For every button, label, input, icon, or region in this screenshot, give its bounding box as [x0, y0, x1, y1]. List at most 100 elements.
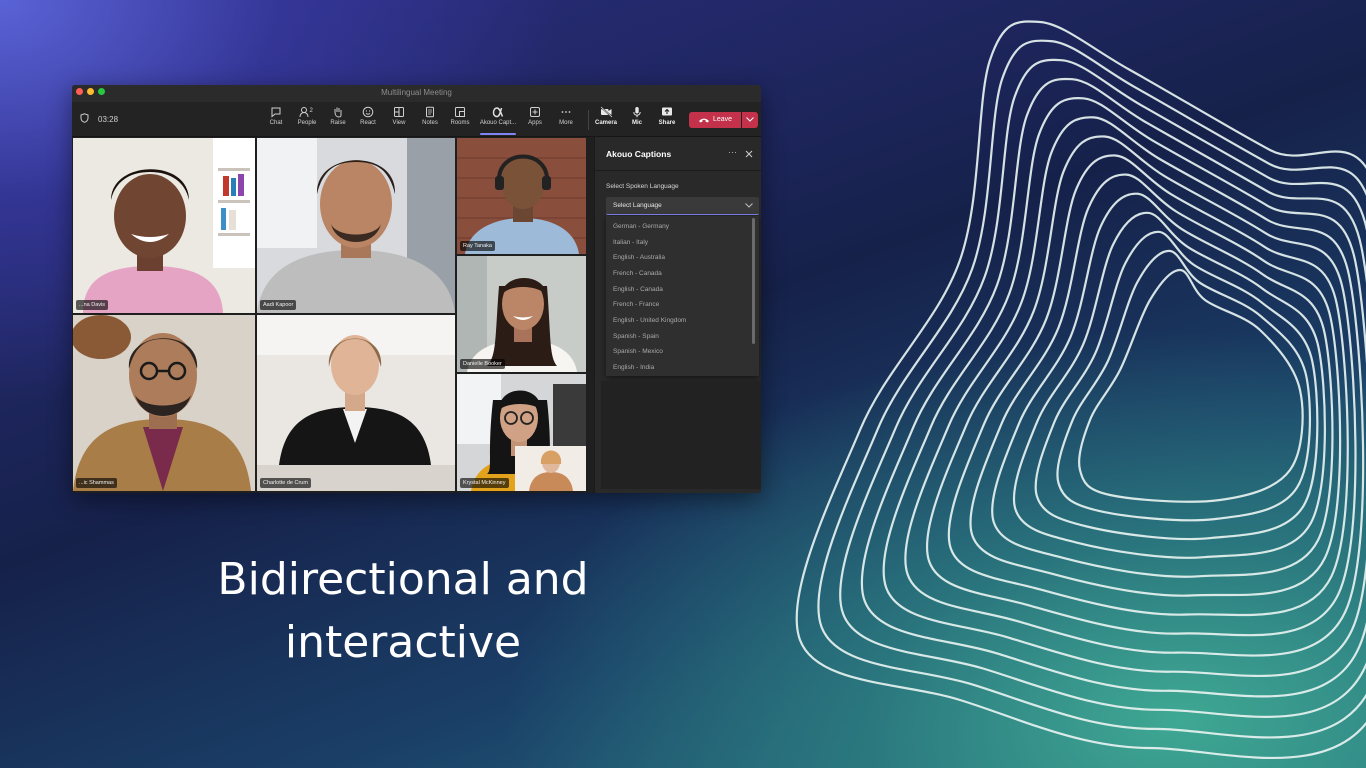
more-button[interactable]: More — [551, 106, 581, 126]
participant-video — [257, 315, 455, 491]
people-label: People — [297, 120, 317, 126]
headline-line-2: interactive — [284, 617, 522, 668]
plus-icon — [530, 107, 540, 117]
chat-label: Chat — [269, 120, 283, 126]
participant-name: Krystal McKinney — [460, 478, 509, 488]
mic-button[interactable]: Mic — [622, 106, 652, 126]
contour-line — [947, 154, 1349, 617]
camera-off-icon — [599, 106, 613, 118]
panel-title: Akouo Captions — [606, 149, 672, 159]
contour-line — [839, 58, 1366, 718]
people-button[interactable]: 2 People — [292, 106, 322, 126]
view-button[interactable]: View — [384, 106, 414, 126]
headline-line-1: Bidirectional and — [217, 554, 589, 605]
share-icon — [662, 107, 672, 116]
toolbar-divider — [588, 110, 589, 130]
participant-name: Ray Tanaka — [460, 241, 495, 251]
language-option[interactable]: English - India — [613, 364, 654, 371]
contour-line — [860, 77, 1366, 698]
people-icon: 2 — [299, 107, 314, 118]
participant-video — [457, 374, 586, 491]
rooms-icon — [455, 107, 465, 117]
language-option[interactable]: English - Canada — [613, 286, 663, 293]
participant-name: Danielle Booker — [460, 359, 505, 369]
raise-hand-button[interactable]: Raise — [323, 106, 353, 126]
participant-video — [457, 138, 586, 254]
participant-name: Aadi Kapoor — [260, 300, 297, 310]
language-option[interactable]: English - Australia — [613, 254, 665, 261]
shield-icon — [80, 113, 89, 123]
window-title: Multilingual Meeting — [381, 88, 452, 97]
mic-label: Mic — [631, 120, 642, 126]
participant-video-tile[interactable]: Ray Tanaka — [457, 138, 586, 254]
participant-video-tile[interactable]: Krystal McKinney — [457, 374, 586, 491]
contour-line — [1034, 230, 1319, 541]
participant-name: Charlotte de Crum — [260, 478, 311, 488]
apps-button[interactable]: Apps — [520, 106, 550, 126]
contour-line — [925, 135, 1357, 637]
leave-button[interactable]: Leave — [689, 112, 741, 128]
contour-line — [1056, 249, 1312, 522]
microphone-icon — [633, 107, 641, 118]
notes-button[interactable]: Notes — [415, 106, 445, 126]
contour-line — [795, 20, 1366, 760]
language-dropdown-value: Select Language — [613, 202, 662, 209]
leave-label: Leave — [713, 116, 733, 123]
rooms-button[interactable]: Rooms — [445, 106, 475, 126]
language-option[interactable]: Spanish - Spain — [613, 333, 659, 340]
panel-more-options[interactable]: ··· — [728, 147, 737, 157]
smiley-icon — [362, 106, 374, 118]
language-option[interactable]: Italian - Italy — [613, 239, 648, 246]
raise-label: Raise — [330, 120, 346, 126]
participant-video — [457, 256, 586, 372]
participant-video-tile[interactable]: ...ic Shammas — [73, 315, 255, 491]
language-option[interactable]: French - Canada — [613, 270, 662, 277]
hang-up-icon — [699, 118, 709, 123]
akouo-captions-panel: Akouo Captions ··· Select Spoken Languag… — [594, 137, 761, 493]
grid-view-icon — [394, 107, 404, 117]
apps-label: Apps — [528, 120, 542, 126]
people-count: 2 — [310, 108, 314, 114]
akouo-captions-button[interactable]: Akouo Capt... — [476, 106, 520, 135]
rooms-label: Rooms — [450, 120, 470, 126]
chat-button[interactable]: Chat — [261, 106, 291, 126]
participant-video — [73, 138, 255, 313]
hand-icon — [334, 107, 342, 118]
participant-name: ...na Davis — [76, 300, 108, 310]
chevron-down-icon — [746, 117, 754, 122]
panel-divider — [595, 170, 761, 171]
close-icon[interactable] — [745, 150, 753, 158]
camera-button[interactable]: Camera — [591, 106, 621, 126]
notes-label: Notes — [422, 120, 438, 126]
language-option[interactable]: English - United Kingdom — [613, 317, 686, 324]
language-dropdown[interactable]: Select Language — [606, 197, 759, 215]
meeting-toolbar: 03:28 Chat 2 People Raise React View Not… — [72, 102, 761, 137]
participant-video-tile[interactable]: Charlotte de Crum — [257, 315, 455, 491]
chevron-down-icon — [745, 203, 753, 208]
language-option[interactable]: French - France — [613, 301, 659, 308]
language-options-list: German - Germany Italian - Italy English… — [606, 216, 759, 376]
participant-video-tile[interactable]: Danielle Booker — [457, 256, 586, 372]
share-label: Share — [658, 120, 676, 126]
participant-video — [257, 138, 455, 313]
language-option[interactable]: Spanish - Mexico — [613, 348, 663, 355]
contour-line — [1078, 268, 1304, 503]
react-button[interactable]: React — [353, 106, 383, 126]
leave-options-button[interactable] — [742, 112, 758, 128]
participant-video-tile[interactable]: ...na Davis — [73, 138, 255, 313]
participant-name: ...ic Shammas — [76, 478, 117, 488]
ellipsis-icon — [561, 111, 571, 113]
participant-video-tile[interactable]: Aadi Kapoor — [257, 138, 455, 313]
akouo-label: Akouo Capt... — [479, 120, 517, 126]
language-option[interactable]: German - Germany — [613, 223, 669, 230]
chat-icon — [271, 107, 281, 118]
language-select-label: Select Spoken Language — [606, 183, 679, 190]
participant-video — [73, 315, 255, 491]
more-label: More — [559, 120, 573, 126]
share-button[interactable]: Share — [652, 106, 682, 126]
active-tab-indicator — [480, 133, 516, 135]
meeting-timer: 03:28 — [98, 115, 119, 124]
contour-line — [969, 173, 1342, 597]
options-scrollbar[interactable] — [752, 218, 755, 344]
meeting-app-window: Multilingual Meeting 03:28 Chat 2 People… — [72, 85, 761, 493]
